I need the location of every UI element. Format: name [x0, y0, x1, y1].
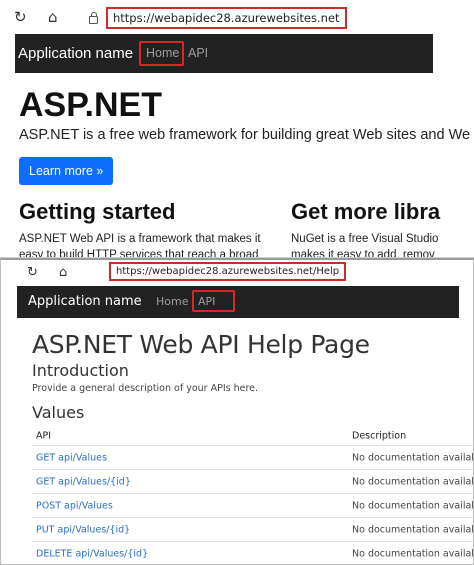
learn-more-button[interactable]: Learn more » — [19, 157, 114, 185]
help-navbar: Application name Home API — [17, 286, 459, 318]
api-description: No documentation availal — [352, 500, 474, 511]
reload-icon[interactable]: ↻ — [14, 9, 27, 25]
getting-started-heading: Getting started — [19, 199, 176, 224]
address-bar[interactable]: https://webapidec28.azurewebsites.net/He… — [109, 262, 347, 281]
browser-toolbar: ↻ ⌂ https://webapidec28.azurewebsites.ne… — [0, 0, 474, 34]
home-icon[interactable]: ⌂ — [59, 265, 67, 281]
api-link[interactable]: PUT api/Values/{id} — [36, 524, 130, 535]
help-page-title: ASP.NET Web API Help Page — [32, 330, 370, 359]
jumbotron-lead: ASP.NET is a free web framework for buil… — [19, 127, 471, 143]
navbar-brand[interactable]: Application name — [28, 294, 142, 309]
home-highlight-box — [139, 41, 184, 66]
values-heading: Values — [32, 403, 85, 422]
address-url: https://webapidec28.azurewebsites.net — [113, 11, 340, 25]
table-row: POST api/Values No documentation availal — [32, 493, 474, 517]
table-header-row: API Description — [32, 427, 473, 445]
nav-link-api[interactable]: API — [188, 46, 208, 60]
table-header-api: API — [36, 430, 52, 442]
api-highlight-box — [192, 290, 235, 312]
table-row: PUT api/Values/{id} No documentation ava… — [32, 517, 474, 541]
get-more-libraries-line-1: NuGet is a free Visual Studio — [291, 233, 439, 245]
table-row: DELETE api/Values/{id} No documentation … — [32, 541, 474, 564]
site-navbar: Application name Home API — [15, 34, 433, 73]
api-link[interactable]: POST api/Values — [36, 500, 113, 511]
nav-link-home[interactable]: Home — [156, 295, 188, 308]
navbar-brand[interactable]: Application name — [18, 45, 133, 62]
api-link[interactable]: GET api/Values/{id} — [36, 476, 131, 487]
lock-icon — [89, 12, 98, 24]
api-description: No documentation availal — [352, 524, 474, 535]
api-table: API Description GET api/Values No docume… — [32, 427, 474, 564]
introduction-text: Provide a general description of your AP… — [32, 383, 259, 394]
getting-started-line-2: easy to build HTTP services that reach a… — [19, 249, 259, 258]
introduction-heading: Introduction — [32, 361, 129, 380]
browser-toolbar-help: ↻ ⌂ https://webapidec28.azurewebsites.ne… — [1, 260, 473, 286]
bottom-screenshot: ↻ ⌂ https://webapidec28.azurewebsites.ne… — [0, 258, 474, 565]
api-link[interactable]: DELETE api/Values/{id} — [36, 548, 148, 559]
jumbotron-title: ASP.NET — [19, 86, 162, 124]
reload-icon[interactable]: ↻ — [27, 265, 38, 281]
getting-started-line-1: ASP.NET Web API is a framework that make… — [19, 233, 261, 245]
api-description: No documentation availal — [352, 548, 474, 559]
top-screenshot: ↻ ⌂ https://webapidec28.azurewebsites.ne… — [0, 0, 474, 258]
table-header-description: Description — [352, 430, 407, 442]
table-row: GET api/Values/{id} No documentation ava… — [32, 469, 474, 493]
home-icon[interactable]: ⌂ — [48, 9, 58, 25]
address-url: https://webapidec28.azurewebsites.net/He… — [116, 266, 340, 277]
get-more-libraries-line-2: makes it easy to add, remov — [291, 249, 435, 258]
get-more-libraries-heading: Get more libra — [291, 199, 441, 224]
api-link[interactable]: GET api/Values — [36, 452, 107, 463]
table-row: GET api/Values No documentation availal — [32, 445, 474, 469]
api-description: No documentation availal — [352, 476, 474, 487]
address-bar[interactable]: https://webapidec28.azurewebsites.net — [106, 7, 347, 29]
api-description: No documentation availal — [352, 452, 474, 463]
